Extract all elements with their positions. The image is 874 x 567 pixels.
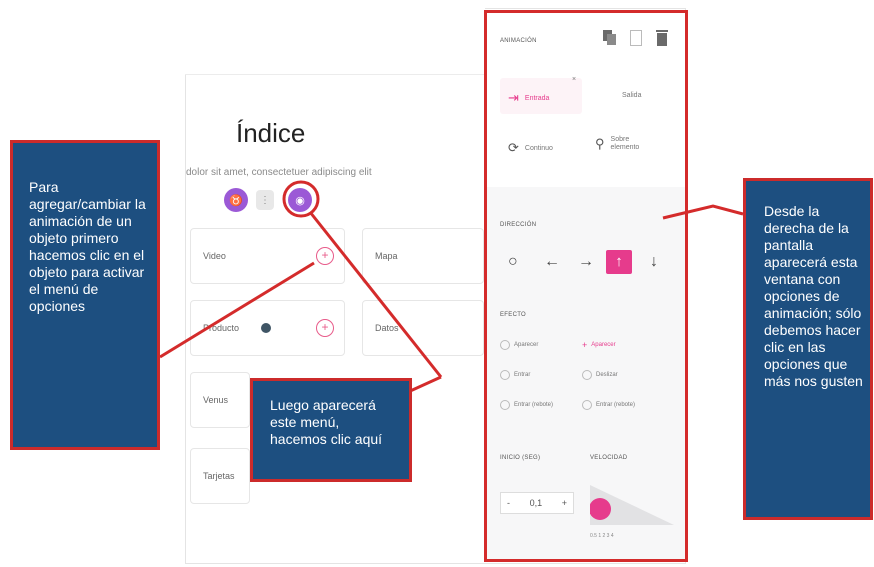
callout-left: Para agregar/cambiar la animación de un … (10, 140, 160, 450)
callout-middle: Luego aparecerá este menú, hacemos clic … (250, 378, 412, 482)
callout-right: Desde la derecha de la pantalla aparecer… (743, 178, 873, 520)
